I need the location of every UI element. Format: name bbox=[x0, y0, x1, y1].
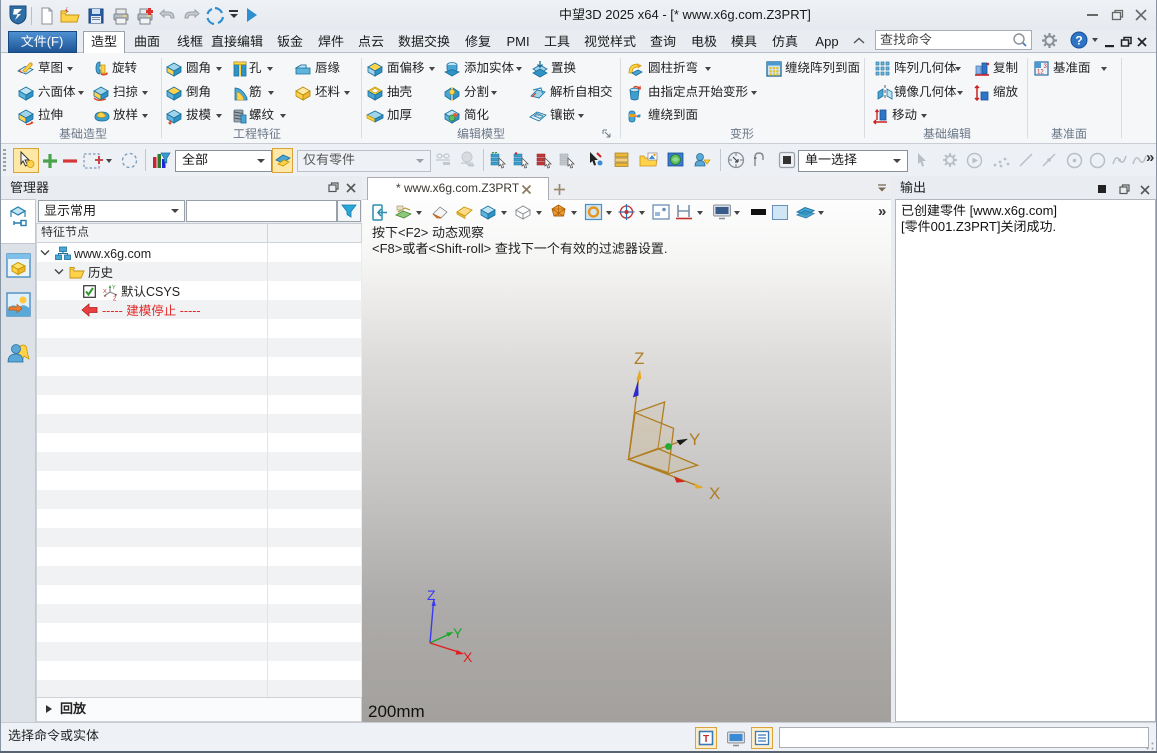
svg-text:X: X bbox=[709, 484, 720, 503]
svg-text:Y: Y bbox=[453, 625, 463, 641]
svg-text:Z: Z bbox=[634, 349, 644, 368]
svg-text:Z: Z bbox=[427, 587, 436, 603]
svg-text:Y: Y bbox=[112, 285, 116, 291]
svg-text:200mm: 200mm bbox=[368, 702, 425, 721]
svg-text:X: X bbox=[463, 649, 473, 665]
svg-text:Y: Y bbox=[689, 430, 700, 449]
svg-text:T: T bbox=[703, 734, 709, 745]
svg-text:12: 12 bbox=[1037, 70, 1044, 76]
svg-text:?: ? bbox=[1075, 34, 1082, 48]
svg-text:X: X bbox=[103, 289, 107, 295]
